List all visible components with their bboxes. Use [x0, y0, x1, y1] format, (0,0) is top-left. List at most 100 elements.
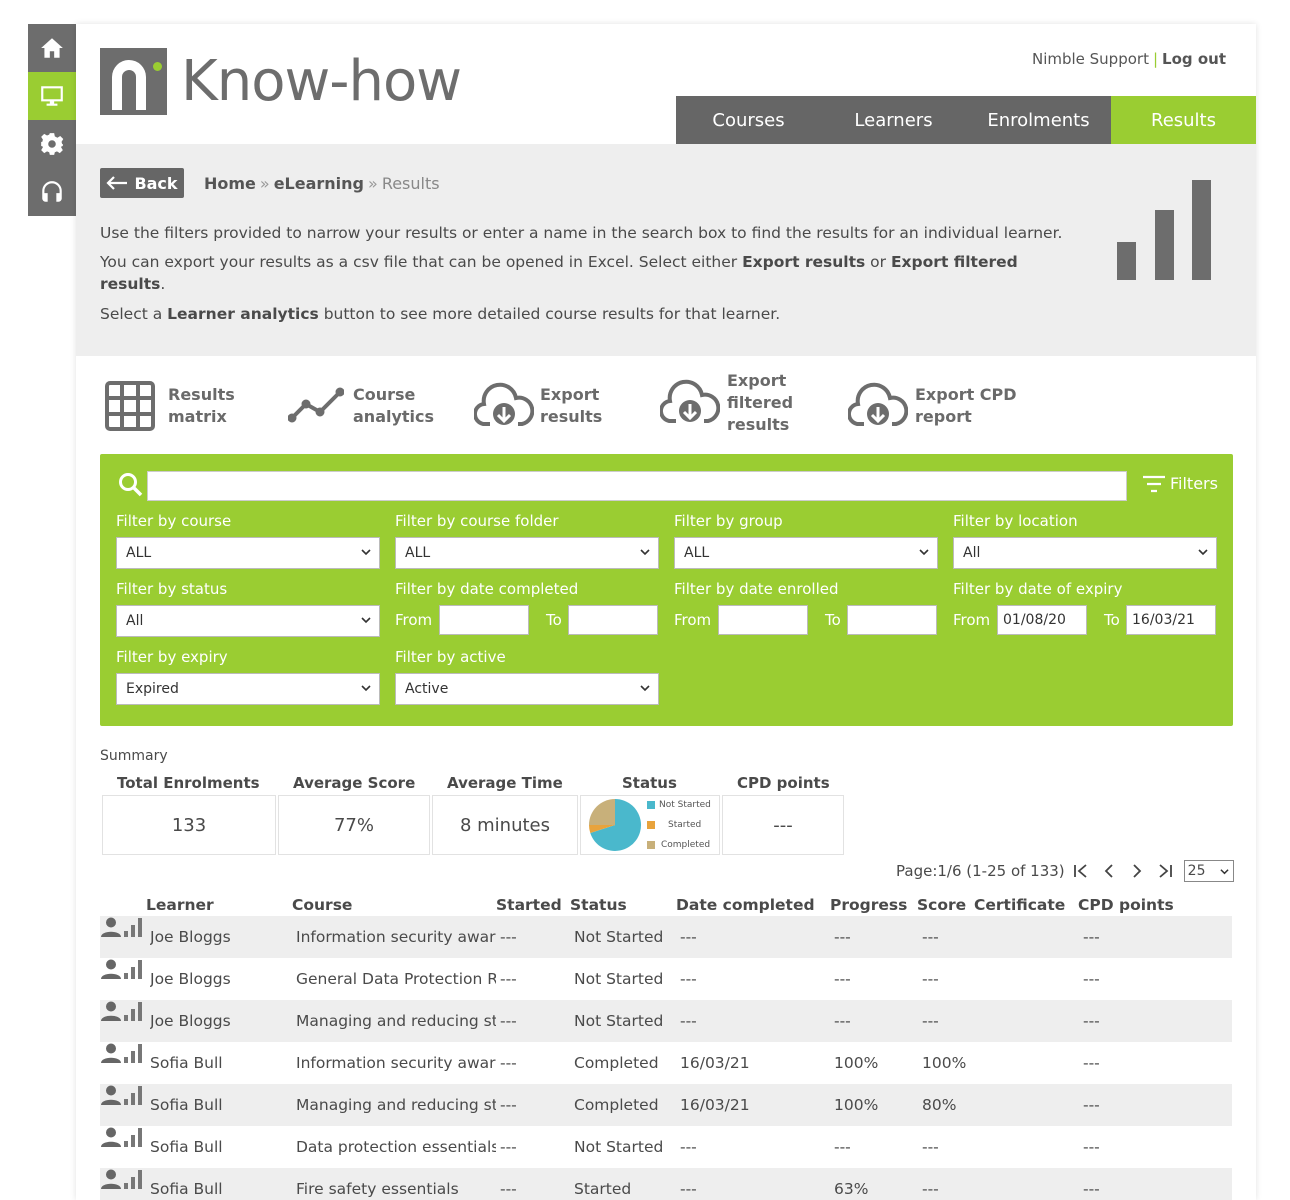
enrolled-from-input[interactable] — [718, 605, 808, 635]
filter-expiry-select[interactable]: Expired — [116, 673, 380, 705]
learner-analytics-icon[interactable] — [122, 1168, 144, 1190]
last-page-icon[interactable] — [1156, 862, 1174, 880]
breadcrumb: Home» eLearning» Results — [204, 174, 440, 193]
cell-score: --- — [922, 1138, 939, 1156]
tab-enrolments[interactable]: Enrolments — [966, 96, 1111, 144]
grid-icon — [105, 381, 155, 431]
breadcrumb-elearning[interactable]: eLearning — [274, 174, 364, 193]
cell-status: Completed — [574, 1054, 659, 1072]
back-button[interactable]: Back — [100, 168, 184, 198]
first-page-icon[interactable] — [1072, 862, 1090, 880]
learner-analytics-icon[interactable] — [122, 1000, 144, 1022]
enrolled-to-input[interactable] — [847, 605, 937, 635]
tab-courses[interactable]: Courses — [676, 96, 821, 144]
tool-course-analytics[interactable]: Course analytics — [288, 380, 434, 432]
side-rail — [28, 24, 76, 216]
pager-text: Page:1/6 (1-25 of 133) — [896, 862, 1065, 880]
filter-course-select[interactable]: ALL — [116, 537, 380, 569]
prev-page-icon[interactable] — [1100, 862, 1118, 880]
support-link[interactable]: Nimble Support — [1032, 50, 1149, 68]
summary-score-label: Average Score — [293, 774, 416, 792]
cell-course: Fire safety essentials — [296, 1180, 459, 1198]
tool-export-results[interactable]: Export results — [474, 380, 602, 432]
col-score[interactable]: Score — [917, 896, 966, 914]
col-progress[interactable]: Progress — [830, 896, 907, 914]
tab-results[interactable]: Results — [1111, 96, 1256, 148]
logo[interactable]: Know-how — [100, 48, 462, 115]
filter-location-select[interactable]: All — [953, 537, 1217, 569]
col-course[interactable]: Course — [292, 896, 352, 914]
next-page-icon[interactable] — [1128, 862, 1146, 880]
filter-folder-select[interactable]: ALL — [395, 537, 659, 569]
rail-elearning-button[interactable] — [28, 72, 76, 120]
intro-line-1: Use the filters provided to narrow your … — [100, 224, 1063, 242]
cell-course: Managing and reducing stress — [296, 1012, 496, 1030]
user-icon — [101, 1169, 121, 1189]
rail-home-button[interactable] — [28, 24, 76, 72]
col-learner[interactable]: Learner — [146, 896, 214, 914]
cell-score: --- — [922, 970, 939, 988]
table-row: Sofia Bull Fire safety essentials --- Start… — [100, 1168, 1232, 1200]
rail-support-button[interactable] — [28, 168, 76, 216]
cell-status: Not Started — [574, 1012, 664, 1030]
completed-to-label: To — [546, 611, 562, 629]
expiry-from-label: From — [953, 611, 991, 629]
intro-panel: Back Home» eLearning» Results Use the filt… — [76, 144, 1256, 356]
col-certificate[interactable]: Certificate — [974, 896, 1065, 914]
cell-started: --- — [500, 1096, 517, 1114]
arrow-left-icon — [106, 176, 128, 190]
expiry-from-input[interactable]: 01/08/20 — [997, 605, 1087, 635]
cell-date-completed: --- — [680, 928, 697, 946]
chevron-down-icon — [361, 685, 371, 692]
summary-cpd-label: CPD points — [737, 774, 830, 792]
cell-status: Completed — [574, 1096, 659, 1114]
filters-toggle-button[interactable]: Filters — [1142, 474, 1218, 493]
summary-time-label: Average Time — [447, 774, 563, 792]
col-cpd-points[interactable]: CPD points — [1078, 896, 1174, 914]
cell-status: Not Started — [574, 1138, 664, 1156]
cell-started: --- — [500, 970, 517, 988]
cell-learner: Joe Bloggs — [150, 1012, 231, 1030]
summary-time-value: 8 minutes — [432, 795, 578, 855]
learner-analytics-icon[interactable] — [122, 958, 144, 980]
page-size-select[interactable]: 25 — [1183, 860, 1234, 882]
cell-score: 100% — [922, 1054, 967, 1072]
breadcrumb-sep: » — [368, 174, 378, 193]
filter-expiry-date-label: Filter by date of expiry — [953, 580, 1123, 598]
learner-analytics-icon[interactable] — [122, 916, 144, 938]
intro-line-3: Select a Learner analytics button to see… — [100, 305, 781, 323]
filter-active-select[interactable]: Active — [395, 673, 659, 705]
cell-course: Information security awareness — [296, 928, 496, 946]
monitor-icon — [41, 86, 63, 106]
search-input[interactable] — [147, 471, 1127, 501]
tool-export-cpd[interactable]: Export CPD report — [848, 380, 1017, 432]
learner-analytics-icon[interactable] — [122, 1084, 144, 1106]
cell-course: Managing and reducing stress — [296, 1096, 496, 1114]
filter-status-select[interactable]: All — [116, 605, 380, 637]
completed-from-label: From — [395, 611, 433, 629]
completed-to-input[interactable] — [568, 605, 658, 635]
chevron-down-icon — [640, 549, 650, 556]
completed-from-input[interactable] — [439, 605, 529, 635]
tool-results-matrix[interactable]: Results matrix — [104, 380, 235, 432]
back-button-label: Back — [134, 173, 178, 193]
expiry-to-input[interactable]: 16/03/21 — [1126, 605, 1216, 635]
col-status[interactable]: Status — [570, 896, 627, 914]
cell-learner: Joe Bloggs — [150, 928, 231, 946]
filter-group-select[interactable]: ALL — [674, 537, 938, 569]
breadcrumb-home[interactable]: Home — [204, 174, 256, 193]
cell-date-completed: 16/03/21 — [680, 1096, 750, 1114]
rail-settings-button[interactable] — [28, 120, 76, 168]
tab-learners[interactable]: Learners — [821, 96, 966, 144]
pager: Page:1/6 (1-25 of 133) 25 — [896, 860, 1234, 882]
col-date-completed[interactable]: Date completed — [676, 896, 815, 914]
col-started[interactable]: Started — [496, 896, 562, 914]
filter-status-label: Filter by status — [116, 580, 228, 598]
learner-analytics-icon[interactable] — [122, 1126, 144, 1148]
tool-export-filtered[interactable]: Export filtered results — [660, 370, 793, 436]
logout-link[interactable]: Log out — [1162, 50, 1226, 68]
filters-toggle-label: Filters — [1170, 474, 1218, 493]
learner-analytics-icon[interactable] — [122, 1042, 144, 1064]
link-separator: | — [1152, 50, 1159, 68]
cell-learner: Sofia Bull — [150, 1138, 223, 1156]
